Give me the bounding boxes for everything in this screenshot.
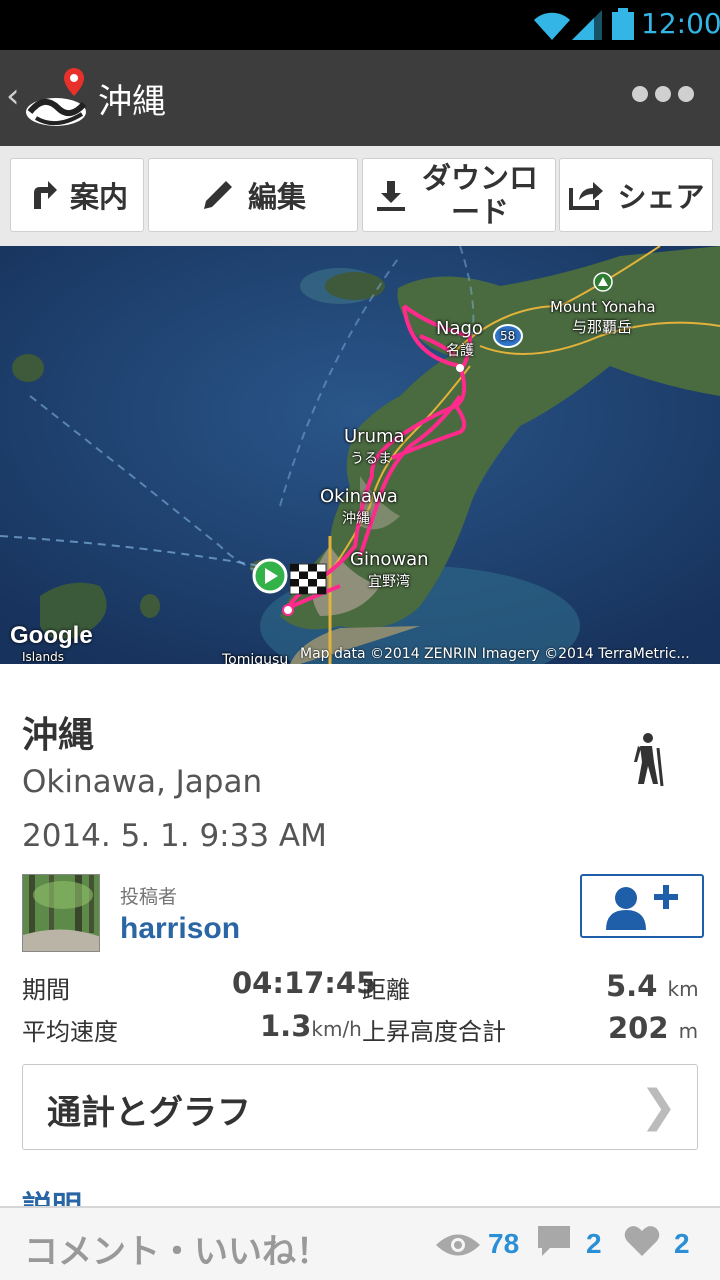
distance-value-group: 5.4 km: [606, 969, 699, 1003]
route-map[interactable]: Mount Yonaha 与那覇岳 Nago 名護 58 Uruma うるま O…: [0, 246, 720, 664]
map-label-uruma-jp: うるま: [350, 451, 392, 467]
add-user-icon: [606, 885, 678, 930]
signal-icon: [572, 10, 602, 40]
duration-value: 04:17:45: [232, 966, 377, 1000]
guide-button[interactable]: 案内: [10, 158, 144, 232]
elevation-label: 上昇高度合計: [362, 1018, 506, 1046]
pencil-icon: [203, 181, 232, 209]
poster-name-link[interactable]: harrison: [120, 912, 240, 946]
route-58-label: 58: [500, 329, 516, 343]
views-count: 78: [488, 1228, 520, 1259]
action-bar: ‹ 沖縄: [0, 50, 720, 146]
turn-arrow-icon: [33, 181, 57, 209]
speed-label: 平均速度: [22, 1018, 118, 1046]
map-label-nago-jp: 名護: [446, 343, 474, 359]
likes-count: 2: [674, 1228, 690, 1259]
map-label-ginowan-jp: 宜野湾: [368, 574, 410, 590]
poster-label: 投稿者: [120, 886, 178, 908]
stats-graph-button[interactable]: 通計とグラフ ❯: [22, 1064, 698, 1150]
elevation-value-group: 202 m: [608, 1011, 698, 1045]
distance-value: 5.4: [606, 969, 658, 1003]
download-button[interactable]: ダウンロード: [362, 158, 556, 232]
eye-icon: [436, 1234, 480, 1256]
more-dots-icon[interactable]: [632, 86, 694, 102]
toolbar: 案内 編集 ダウンロード シェア: [0, 146, 720, 246]
edit-button[interactable]: 編集: [148, 158, 358, 232]
guide-label: 案内: [69, 180, 128, 214]
map-label-okinawa-jp: 沖縄: [342, 511, 370, 527]
distance-label: 距離: [362, 976, 410, 1004]
map-label-mount-jp: 与那覇岳: [572, 318, 633, 336]
share-button[interactable]: シェア: [559, 158, 713, 232]
speed-value: 1.3: [260, 1009, 312, 1043]
track-title: 沖縄: [22, 715, 95, 756]
share-label: シェア: [617, 180, 705, 214]
heart-icon[interactable]: [624, 1224, 660, 1258]
distance-unit: km: [667, 977, 699, 1001]
clock: 12:00: [641, 7, 720, 40]
share-icon: [569, 182, 604, 210]
battery-icon: [612, 8, 634, 40]
follow-button[interactable]: [580, 874, 704, 938]
map-label-nago: Nago: [436, 318, 483, 339]
comment-icon[interactable]: [536, 1224, 572, 1260]
comments-count: 2: [586, 1228, 602, 1259]
comment-like-button[interactable]: コメント・いいね！: [24, 1224, 330, 1273]
edit-label: 編集: [247, 180, 306, 214]
speed-unit: km/h: [311, 1017, 362, 1041]
back-chevron-icon[interactable]: ‹: [6, 76, 20, 116]
track-date: 2014. 5. 1. 9:33 AM: [22, 818, 327, 854]
track-location: Okinawa, Japan: [22, 764, 263, 800]
download-icon: [377, 181, 405, 211]
bottom-bar: コメント・いいね！ 78 2 2: [0, 1206, 720, 1280]
map-label-okinawa: Okinawa: [320, 486, 398, 507]
map-attribution: Map data ©2014 ZENRIN Imagery ©2014 Terr…: [300, 646, 690, 662]
download-label: ダウンロード: [421, 161, 538, 229]
stats-graph-label: 通計とグラフ: [47, 1093, 251, 1133]
status-bar: 12:00: [0, 0, 720, 50]
page-title: 沖縄: [98, 82, 166, 122]
duration-label: 期間: [22, 976, 70, 1004]
map-label-uruma: Uruma: [344, 426, 405, 447]
google-logo: Google: [10, 622, 93, 649]
wifi-icon: [534, 12, 570, 40]
track-detail: 沖縄 Okinawa, Japan 2014. 5. 1. 9:33 AM 投稿…: [0, 664, 720, 1206]
description-heading: 説明: [22, 1182, 82, 1206]
map-label-mount: Mount Yonaha: [550, 298, 656, 316]
hiker-icon: [634, 733, 664, 787]
elevation-unit: m: [678, 1019, 699, 1043]
chevron-right-icon: ❯: [640, 1081, 677, 1132]
poster-avatar[interactable]: [22, 874, 100, 952]
map-label-islands: Islands: [22, 650, 64, 664]
map-label-tomigusuku: Tomigusu: [222, 652, 289, 664]
map-label-ginowan: Ginowan: [350, 549, 429, 570]
speed-value-group: 1.3km/h: [260, 1009, 362, 1043]
app-logo-icon[interactable]: [22, 64, 94, 132]
elevation-value: 202: [608, 1011, 669, 1045]
